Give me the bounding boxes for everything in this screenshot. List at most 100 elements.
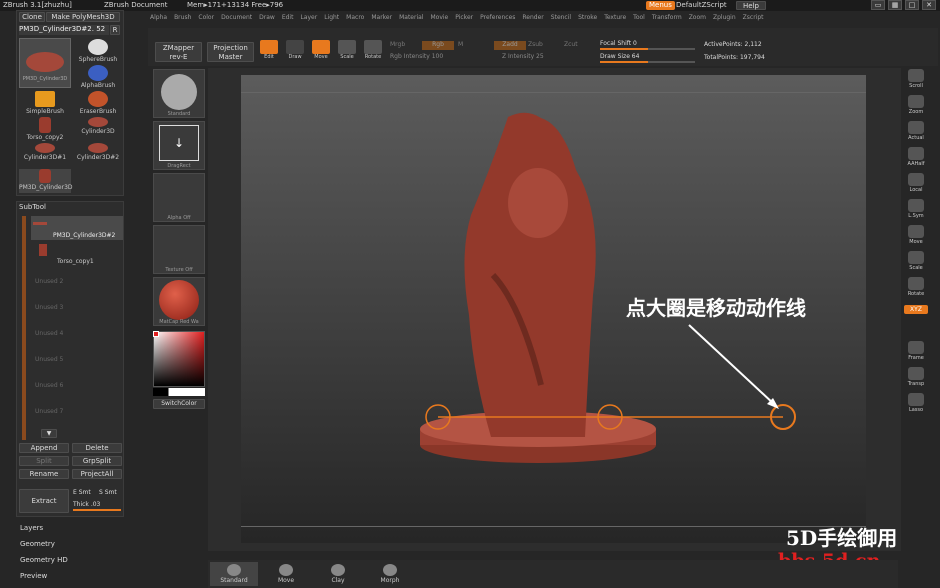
menu-draw[interactable]: Draw (259, 14, 275, 26)
color-swatch-red[interactable] (153, 331, 159, 337)
view-aahalf-button[interactable]: AAHalf (904, 146, 928, 170)
alpha-slot[interactable]: Alpha Off (153, 173, 205, 222)
rgb-intensity-slider[interactable]: Rgb Intensity 100 (390, 53, 443, 60)
menu-movie[interactable]: Movie (430, 14, 448, 26)
tool-alphabrush[interactable]: AlphaBrush (72, 65, 124, 89)
zscript-button[interactable]: DefaultZScript (676, 0, 727, 11)
view-scroll-button[interactable]: Scroll (904, 68, 928, 92)
esmt-slider[interactable]: E Smt (73, 489, 91, 496)
delete-button[interactable]: Delete (72, 443, 122, 453)
menu-brush[interactable]: Brush (174, 14, 191, 26)
brush-morph[interactable]: Morph (366, 562, 414, 586)
tool-cylinder3d[interactable]: Cylinder3D (72, 117, 124, 135)
menu-zscript[interactable]: Zscript (743, 14, 764, 26)
make-polymesh-button[interactable]: Make PolyMesh3D (46, 12, 120, 22)
menu-preferences[interactable]: Preferences (480, 14, 515, 26)
layers-panel[interactable]: Layers (20, 524, 43, 532)
view-frame-button[interactable]: Frame (904, 340, 928, 364)
grpsplit-button[interactable]: GrpSplit (72, 456, 122, 466)
view-transp-button[interactable]: Transp (904, 366, 928, 390)
zmapper-button[interactable]: ZMapper rev-E (155, 42, 202, 62)
subtool-scrollbar[interactable] (22, 216, 26, 440)
menu-zplugin[interactable]: Zplugin (713, 14, 736, 26)
zsub-button[interactable]: Zsub (528, 41, 543, 48)
preview-panel[interactable]: Preview (20, 572, 47, 580)
switchcolor-button[interactable]: SwitchColor (153, 399, 205, 409)
xyz-button[interactable]: XYZ (904, 305, 928, 314)
tool-spherebrush[interactable]: SphereBrush (72, 39, 124, 63)
rotate-mode-button[interactable]: Rotate (362, 40, 384, 64)
menu-document[interactable]: Document (221, 14, 252, 26)
arrow-down-icon[interactable]: ▼ (41, 429, 57, 438)
move-mode-button[interactable]: Move (310, 40, 332, 64)
tool-simplebrush[interactable]: SimpleBrush (19, 91, 71, 115)
projectall-button[interactable]: ProjectAll (72, 469, 122, 479)
tool-torso-copy2[interactable]: Torso_copy2 (19, 117, 71, 141)
tool-eraserbrush[interactable]: EraserBrush (72, 91, 124, 115)
material-slot[interactable]: MatCap Red Wa (153, 277, 205, 326)
menu-tool[interactable]: Tool (633, 14, 645, 26)
edit-button[interactable]: Edit (258, 40, 280, 64)
subtool-row-4[interactable]: Unused 4 (31, 322, 123, 346)
view-actual-button[interactable]: Actual (904, 120, 928, 144)
view-zoom-button[interactable]: Zoom (904, 94, 928, 118)
view-lasso-button[interactable]: Lasso (904, 392, 928, 416)
close-icon[interactable]: ✕ (922, 0, 936, 10)
brush-move[interactable]: Move (262, 562, 310, 586)
minimize-icon[interactable]: ▭ (871, 0, 885, 10)
scale-mode-button[interactable]: Scale (336, 40, 358, 64)
m-button[interactable]: M (458, 41, 463, 48)
color-picker[interactable] (153, 331, 205, 387)
menu-marker[interactable]: Marker (371, 14, 392, 26)
draw-button[interactable]: Draw (284, 40, 306, 64)
tool-cylinder3d-2[interactable]: Cylinder3D#2 (72, 143, 124, 161)
subtool-row-7[interactable]: Unused 7 (31, 400, 123, 424)
zcut-button[interactable]: Zcut (564, 41, 578, 48)
view-rotate-button[interactable]: Rotate (904, 276, 928, 300)
subtool-row-5[interactable]: Unused 5 (31, 348, 123, 372)
geometry-panel[interactable]: Geometry (20, 540, 55, 548)
ssmt-slider[interactable]: S Smt (99, 489, 117, 496)
focal-shift-slider[interactable]: Focal Shift 0 (600, 40, 637, 47)
tool-cylinder3d-1[interactable]: Cylinder3D#1 (19, 143, 71, 161)
subtool-row-3[interactable]: Unused 3 (31, 296, 123, 320)
menu-edit[interactable]: Edit (282, 14, 294, 26)
menus-button[interactable]: Menus (646, 1, 675, 10)
z-intensity-slider[interactable]: Z Intensity 25 (502, 53, 544, 60)
subtool-row-6[interactable]: Unused 6 (31, 374, 123, 398)
geometry-hd-panel[interactable]: Geometry HD (20, 556, 68, 564)
subtool-row-2[interactable]: Unused 2 (31, 270, 123, 294)
rgb-button[interactable]: Rgb (422, 41, 454, 50)
menu-stencil[interactable]: Stencil (551, 14, 571, 26)
tool-pm3d-cylinder3d[interactable]: PM3D_Cylinder3D (19, 169, 73, 193)
append-button[interactable]: Append (19, 443, 69, 453)
layout-icon[interactable]: ▦ (888, 0, 902, 10)
menu-material[interactable]: Material (399, 14, 423, 26)
r-button[interactable]: R (110, 25, 120, 35)
menu-stroke[interactable]: Stroke (578, 14, 597, 26)
menu-picker[interactable]: Picker (455, 14, 473, 26)
draw-size-slider[interactable]: Draw Size 64 (600, 53, 639, 60)
extract-button[interactable]: Extract (19, 489, 69, 513)
view-move-button[interactable]: Move (904, 224, 928, 248)
menu-texture[interactable]: Texture (604, 14, 626, 26)
mrgb-button[interactable]: Mrgb (390, 41, 405, 48)
clone-button[interactable]: Clone (19, 12, 45, 22)
menu-transform[interactable]: Transform (652, 14, 682, 26)
split-button[interactable]: Split (19, 456, 69, 466)
secondary-color[interactable] (153, 388, 205, 396)
thick-slider[interactable]: Thick .03 (73, 501, 100, 508)
view-lsym-button[interactable]: L.Sym (904, 198, 928, 222)
help-button[interactable]: Help (736, 1, 766, 10)
view-local-button[interactable]: Local (904, 172, 928, 196)
brush-clay[interactable]: Clay (314, 562, 362, 586)
subtool-row-0[interactable]: PM3D_Cylinder3D#2 (31, 216, 123, 240)
subtool-row-1[interactable]: Torso_copy1 (31, 242, 123, 266)
menu-light[interactable]: Light (324, 14, 339, 26)
current-tool-thumb[interactable]: PM3D_Cylinder3D (19, 38, 71, 88)
menu-zoom[interactable]: Zoom (689, 14, 706, 26)
zadd-button[interactable]: Zadd (494, 41, 526, 50)
menu-macro[interactable]: Macro (346, 14, 364, 26)
rename-button[interactable]: Rename (19, 469, 69, 479)
menu-layer[interactable]: Layer (300, 14, 317, 26)
